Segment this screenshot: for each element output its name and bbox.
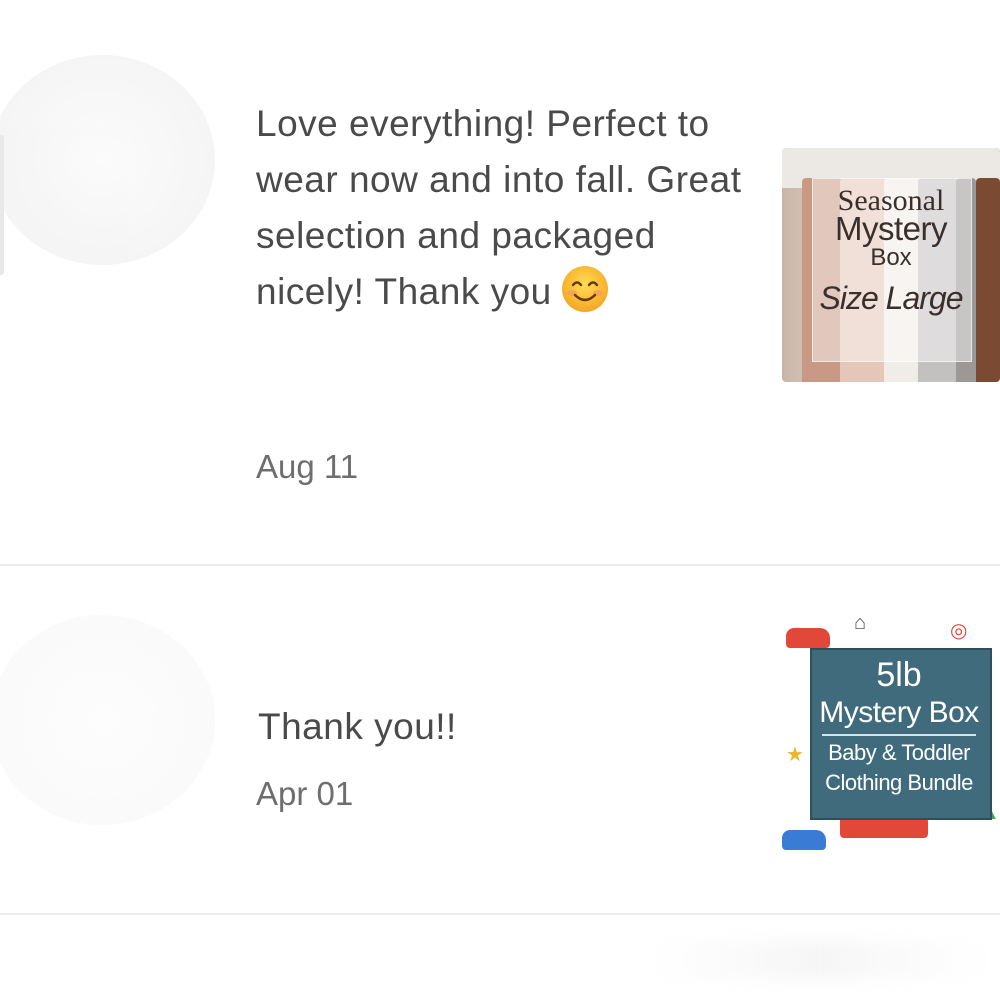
reviewer-name-blurred[interactable] bbox=[258, 640, 638, 680]
divider bbox=[0, 564, 1000, 566]
thumbnail-title-line: Size Large bbox=[819, 280, 964, 316]
car-doodle-icon bbox=[786, 628, 830, 648]
thumbnail-title-line: Box bbox=[870, 244, 912, 271]
tree-doodle-icon: ⌂ bbox=[854, 612, 867, 634]
reviews-screen: Love everything! Perfect to wear now and… bbox=[0, 0, 1000, 1000]
review-date: Aug 11 bbox=[256, 448, 359, 485]
spiral-doodle-icon: ◎ bbox=[950, 620, 968, 642]
star-doodle-icon: ★ bbox=[786, 744, 804, 766]
smiling-face-icon bbox=[561, 266, 608, 312]
reviewer-avatar[interactable] bbox=[0, 615, 215, 825]
car-doodle-icon bbox=[782, 830, 826, 850]
thumbnail-title-line: Mystery Box bbox=[819, 696, 979, 729]
thumbnail-title-line: 5lb bbox=[876, 656, 922, 694]
thumbnail-title-line: Clothing Bundle bbox=[825, 770, 973, 795]
reviewer-avatar[interactable] bbox=[0, 55, 215, 275]
review-text: Love everything! Perfect to wear now and… bbox=[256, 96, 746, 320]
thumbnail-separator bbox=[822, 734, 976, 736]
product-thumbnail[interactable]: ⌂ ◎ ★ ▲ 5lb Mystery Box Baby & Toddler C… bbox=[782, 612, 1000, 852]
thumbnail-title-line: Baby & Toddler bbox=[828, 740, 970, 765]
review-item: Love everything! Perfect to wear now and… bbox=[0, 0, 1000, 565]
review-text: Thank you!! bbox=[258, 706, 457, 747]
review-body: Love everything! Perfect to wear now and… bbox=[256, 103, 742, 312]
next-review-faded bbox=[650, 940, 990, 980]
thumbnail-title-line: Mystery bbox=[835, 210, 948, 247]
review-date: Apr 01 bbox=[256, 775, 354, 812]
product-thumbnail[interactable]: Seasonal Mystery Box Size Large bbox=[782, 148, 1000, 382]
divider bbox=[0, 913, 1000, 915]
